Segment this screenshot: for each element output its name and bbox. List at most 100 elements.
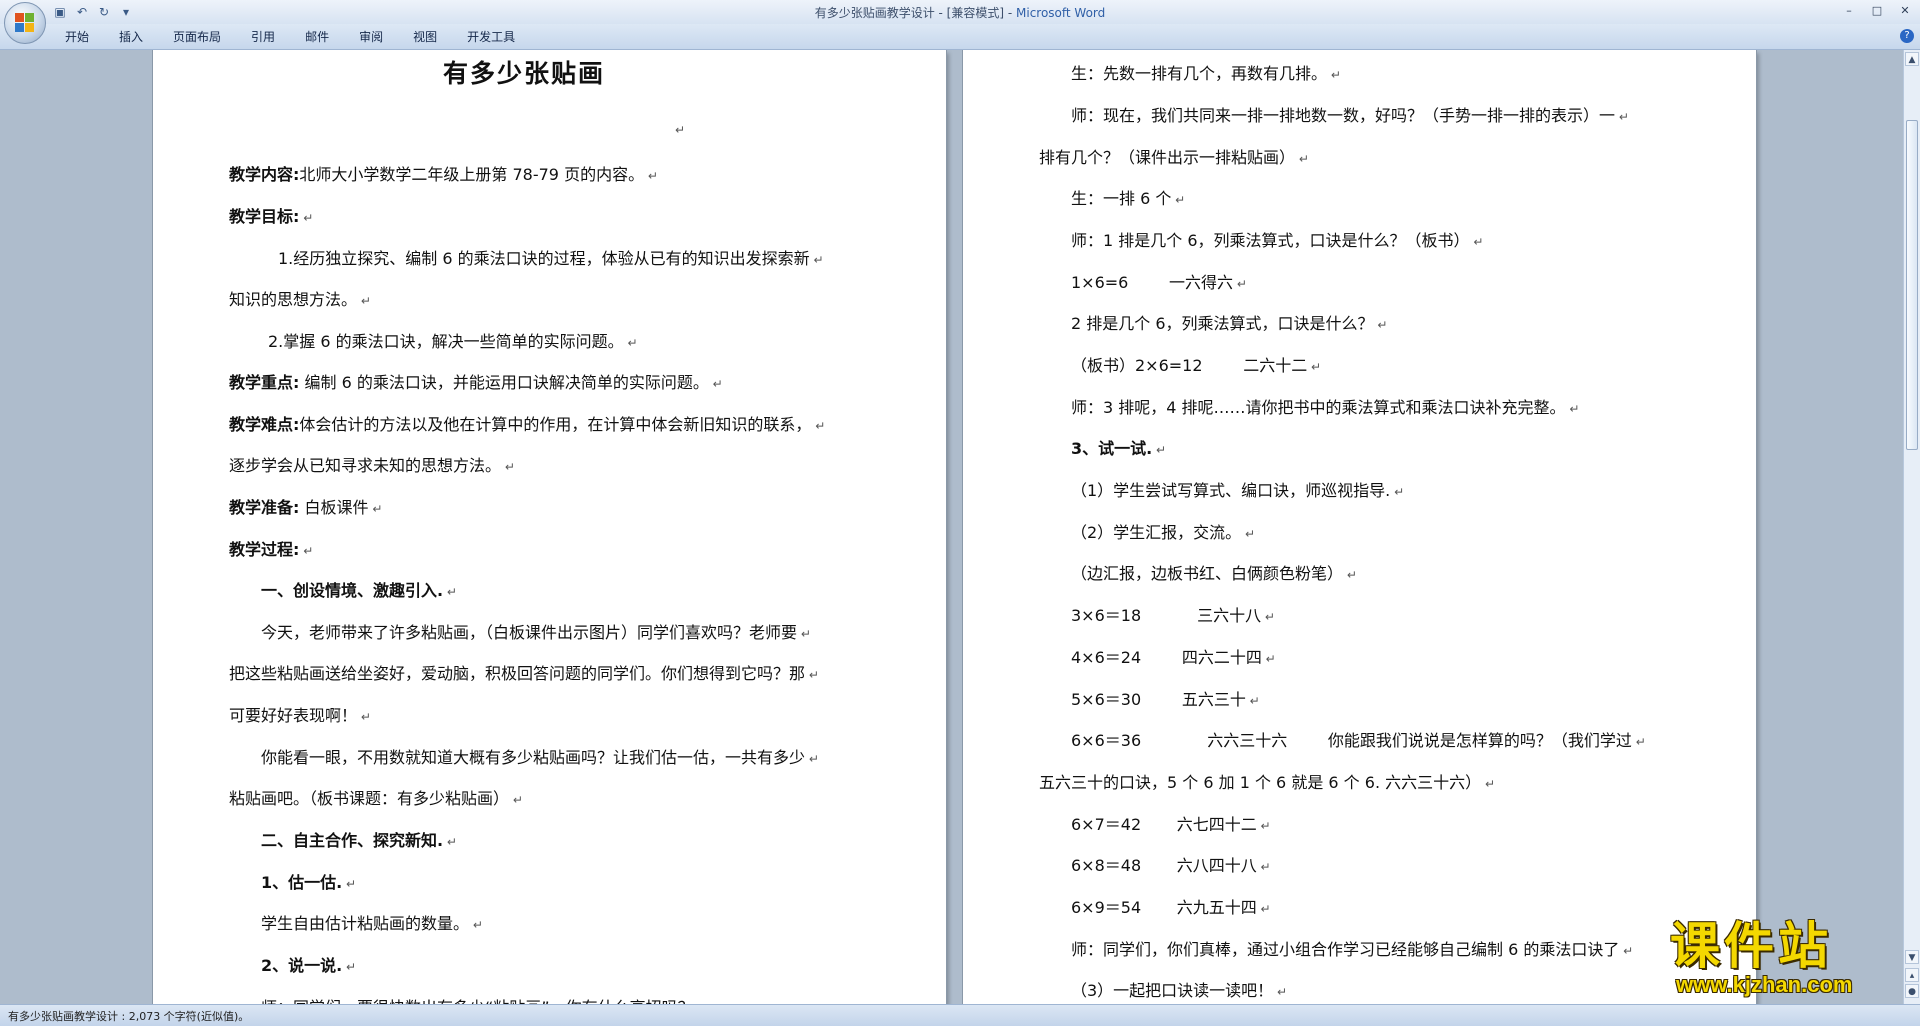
paragraph-mark: ↵ [342,960,357,974]
paragraph-mark: ↵ [1261,652,1276,666]
ribbon-tab[interactable]: 引用 [236,29,290,45]
window-title-app: Microsoft Word [1016,6,1106,20]
scroll-thumb[interactable] [1906,120,1918,450]
document-line: 学生自由估计粘贴画的数量。 ↵ [261,914,483,935]
paragraph-mark: ↵ [1256,819,1271,833]
browse-object-icon[interactable]: ● [1905,984,1919,998]
line-text: （1）学生尝试写算式、编口诀，师巡视指导. [1071,481,1391,500]
line-text: 6×9＝54 六九五十四 [1071,898,1257,917]
line-text: 4×6＝24 四六二十四 [1071,648,1262,667]
document-line: 6×7＝42 六七四十二 ↵ [1071,815,1271,836]
paragraph-mark: ↵ [1241,527,1256,541]
document-line: 5×6＝30 五六三十 ↵ [1071,690,1260,711]
document-line: 排有几个？（课件出示一排粘贴画） ↵ [1039,148,1309,169]
line-text: 排有几个？（课件出示一排粘贴画） [1039,148,1296,167]
document-line: 2 排是几个 6，列乘法算式，口诀是什么？ ↵ [1071,314,1387,335]
paragraph-mark: ↵ [1481,777,1495,791]
line-text: 生：一排 6 个 [1071,189,1172,208]
document-line: 1×6=6 一六得六 ↵ [1071,273,1247,294]
document-line: 二、自主合作、探究新知. ↵ [261,831,457,852]
paragraph-mark: ↵ [805,752,819,766]
ribbon-tab[interactable]: 审阅 [344,29,398,45]
paragraph-mark: ↵ [443,835,457,849]
paragraph-mark: ↵ [1261,610,1275,624]
previous-page-icon[interactable]: ▴ [1905,968,1919,982]
paragraph-mark: ↵ [1469,235,1484,249]
help-icon[interactable]: ? [1900,29,1914,43]
vertical-scrollbar[interactable]: ▲ ▼ ▴ ● [1903,50,1920,1004]
minimize-icon[interactable]: – [1840,3,1858,19]
document-line: 粘贴画吧。（板书课题：有多少粘贴画） ↵ [229,789,523,810]
document-line: 一、创设情境、激趣引入. ↵ [261,581,457,602]
line-text: 知识的思想方法。 [229,290,358,309]
office-button[interactable] [4,2,46,44]
line-text: 师：现在，我们共同来一排一排地数一数，好吗？（手势一排一排的表示）一 [1071,106,1616,125]
ribbon-tab[interactable]: 开发工具 [452,29,530,45]
paragraph-mark: ↵ [1295,152,1309,166]
document-line: （1）学生尝试写算式、编口诀，师巡视指导. ↵ [1071,481,1404,502]
document-line: 五六三十的口诀，5 个 6 加 1 个 6 就是 6 个 6. 六六三十六） ↵ [1039,773,1495,794]
ribbon-tabs: 开始 插入 页面布局 引用 邮件 审阅 视图 开发工具 [50,29,530,45]
paragraph-mark: ↵ [1343,568,1357,582]
paragraph-mark: ↵ [443,585,457,599]
ribbon: 开始 插入 页面布局 引用 邮件 审阅 视图 开发工具 ? [0,24,1920,50]
line-text: 逐步学会从已知寻求未知的思想方法。 [229,456,502,475]
document-line: 师：同学们，你们真棒，通过小组合作学习已经能够自己编制 6 的乘法口诀了 ↵ [1071,940,1633,961]
line-heading: 教学准备: [229,498,300,517]
status-word-count[interactable]: 有多少张贴画教学设计 : 2,073 个字符(近似值)。 [8,1008,249,1024]
paragraph-mark: ↵ [299,211,314,225]
site-watermark: 课件站 www.kjzhan.com [1670,918,1906,1004]
line-heading: 二、自主合作、探究新知. [261,831,444,850]
line-text: 粘贴画吧。（板书课题：有多少粘贴画） [229,789,510,808]
scroll-down-icon[interactable]: ▼ [1905,950,1919,964]
ribbon-tab[interactable]: 页面布局 [158,29,236,45]
document-line: 教学难点:体会估计的方法以及他在计算中的作用，在计算中体会新旧知识的联系， ↵ [229,415,825,436]
ribbon-tab[interactable]: 开始 [50,29,104,45]
paragraph-mark: ↵ [809,253,824,267]
document-title: 有多少张贴画 [443,59,606,88]
line-text: 把这些粘贴画送给坐姿好，爱动脑，积极回答问题的同学们。你们想得到它吗？那 [229,664,806,683]
paragraph-mark: ↵ [1256,902,1271,916]
document-line: 把这些粘贴画送给坐姿好，爱动脑，积极回答问题的同学们。你们想得到它吗？那 ↵ [229,664,819,685]
line-heading: 2、说一说. [261,956,343,975]
line-text: 1.经历独立探究、编制 6 的乘法口诀的过程，体验从已有的知识出发探索新 [278,249,810,268]
document-line: 师：现在，我们共同来一排一排地数一数，好吗？（手势一排一排的表示）一 ↵ [1071,106,1629,127]
watermark-url: www.kjzhan.com [1676,972,1853,997]
paragraph-mark: ↵ [1171,193,1186,207]
document-page-right[interactable]: 生：先数一排有几个，再数有几排。 ↵ 师：现在，我们共同来一排一排地数一数，好吗？… [963,50,1756,1004]
paragraph-mark: ↵ [357,294,371,308]
document-line: 你能看一眼，不用数就知道大概有多少粘贴画吗？让我们估一估，一共有多少 ↵ [261,748,819,769]
paragraph-mark: ↵ [1615,110,1629,124]
paragraph-mark: ↵ [1373,318,1388,332]
scroll-up-icon[interactable]: ▲ [1905,52,1919,66]
line-text: 五六三十的口诀，5 个 6 加 1 个 6 就是 6 个 6. 六六三十六） [1039,773,1482,792]
document-line: 教学目标: ↵ [229,207,313,228]
ribbon-tab[interactable]: 邮件 [290,29,344,45]
paragraph-mark: ↵ [1327,68,1341,82]
line-text: 编制 6 的乘法口诀，并能运用口诀解决简单的实际问题。 [299,373,709,392]
document-line: 今天，老师带来了许多粘贴画，（白板课件出示图片）同学们喜欢吗？老师要 ↵ [261,623,811,644]
document-line: 3×6＝18 三六十八 ↵ [1071,606,1275,627]
paragraph-mark: ↵ [509,793,523,807]
document-page-left[interactable]: 有多少张贴画 ↵ 教学内容:北师大小学数学二年级上册第 78-79 页的内容。 … [153,50,946,1004]
line-text: 白板课件 [299,498,369,517]
document-line: 教学过程: ↵ [229,540,313,561]
document-line: 教学内容:北师大小学数学二年级上册第 78-79 页的内容。 ↵ [229,165,658,186]
document-line: 师：3 排呢，4 排呢……请你把书中的乘法算式和乘法口诀补充完整。 ↵ [1071,398,1579,419]
line-text: 可要好好表现啊！ [229,706,358,725]
ribbon-tab[interactable]: 插入 [104,29,158,45]
paragraph-mark: ↵ [797,627,811,641]
document-line: 可要好好表现啊！ ↵ [229,706,371,727]
maximize-icon[interactable]: □ [1868,3,1886,19]
paragraph-mark: ↵ [811,419,826,433]
line-text: 1×6=6 一六得六 [1071,273,1234,292]
document-line: 1.经历独立探究、编制 6 的乘法口诀的过程，体验从已有的知识出发探索新 ↵ [278,249,824,270]
line-heading: 教学难点: [229,415,300,434]
ribbon-tab[interactable]: 视图 [398,29,452,45]
paragraph-mark: ↵ [1273,985,1288,999]
close-icon[interactable]: ✕ [1896,3,1914,19]
document-line: 知识的思想方法。 ↵ [229,290,371,311]
line-text: 师：1 排是几个 6，列乘法算式，口诀是什么？（板书） [1071,231,1470,250]
document-line: 1、估一估. ↵ [261,873,356,894]
document-line: 教学准备: 白板课件 ↵ [229,498,382,519]
